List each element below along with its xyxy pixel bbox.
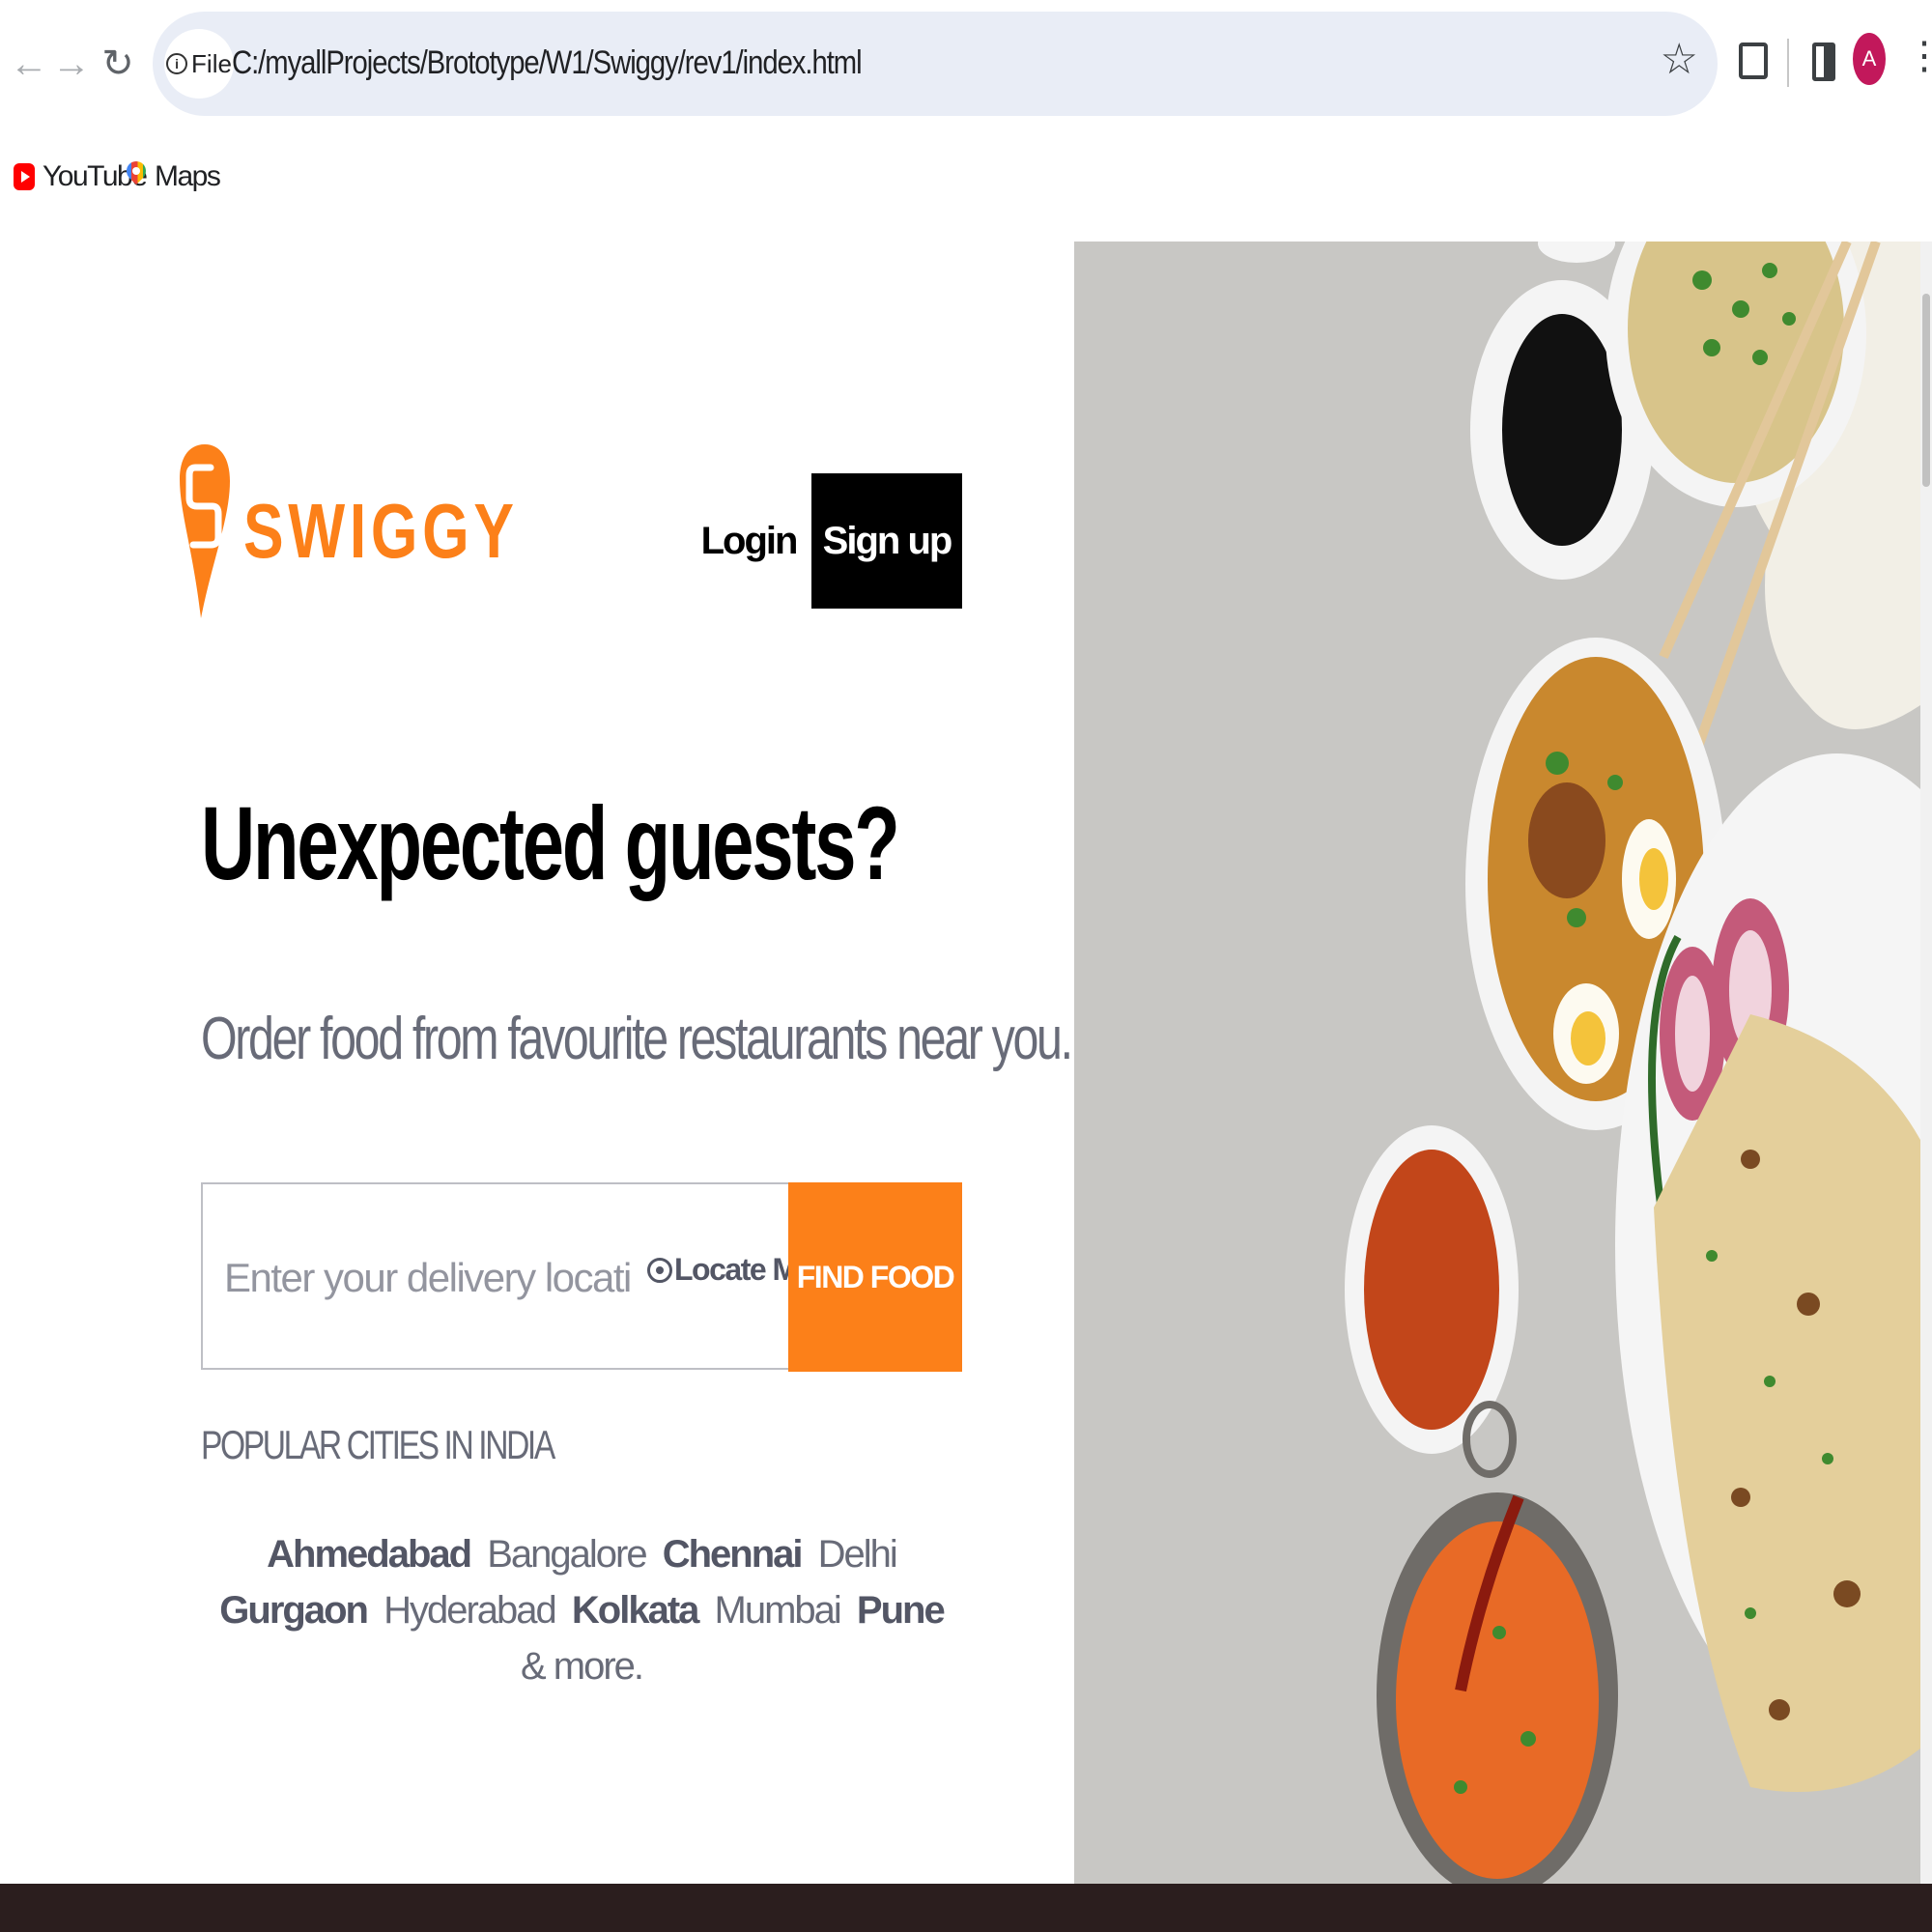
info-icon: i: [166, 53, 188, 74]
more-cities-link[interactable]: & more.: [521, 1645, 644, 1688]
profile-avatar[interactable]: A: [1853, 33, 1886, 85]
swiggy-logo-icon: [180, 444, 230, 618]
city-link[interactable]: Pune: [857, 1589, 946, 1632]
delivery-location-input[interactable]: [222, 1242, 632, 1314]
food-hero-image: [1074, 242, 1920, 1884]
bookmarks-bar: YouTube Maps: [0, 145, 1932, 213]
hero-left-panel: SWIGGY Login Sign up Unexpected guests? …: [0, 242, 1074, 1884]
toolbar-divider: [1787, 39, 1789, 87]
city-link[interactable]: Ahmedabad: [267, 1533, 472, 1576]
bookmark-star-icon[interactable]: ☆: [1661, 39, 1698, 81]
crosshair-icon: [647, 1257, 672, 1283]
page-content: SWIGGY Login Sign up Unexpected guests? …: [0, 242, 1932, 1884]
city-link[interactable]: Delhi: [818, 1533, 898, 1576]
browser-menu-icon[interactable]: ⋮: [1905, 37, 1932, 75]
youtube-icon: [14, 163, 35, 190]
bookmark-maps[interactable]: Maps: [126, 160, 221, 193]
side-panel-icon[interactable]: [1812, 43, 1835, 81]
browser-toolbar: ← → ↻ i File C:/myallProjects/Brototype/…: [0, 0, 1932, 130]
city-link[interactable]: Gurgaon: [219, 1589, 369, 1632]
find-food-button[interactable]: FIND FOOD: [788, 1182, 962, 1372]
hero-headline: Unexpected guests?: [201, 784, 900, 901]
city-link[interactable]: Hyderabad: [384, 1589, 557, 1632]
forward-arrow-icon[interactable]: →: [46, 39, 97, 89]
footer-strip: [0, 1884, 1932, 1932]
location-search-box: Locate Me FIND FOOD: [201, 1182, 962, 1372]
city-link[interactable]: Mumbai: [715, 1589, 842, 1632]
page-scrollbar[interactable]: [1920, 242, 1932, 1884]
hero-subheadline: Order food from favourite restaurants ne…: [201, 1006, 1073, 1072]
login-button[interactable]: Login: [701, 512, 799, 570]
url-text[interactable]: C:/myallProjects/Brototype/W1/Swiggy/rev…: [232, 44, 863, 82]
swiggy-logo[interactable]: SWIGGY: [180, 444, 596, 618]
maps-icon: [126, 161, 147, 192]
city-link[interactable]: Chennai: [663, 1533, 804, 1576]
extensions-icon[interactable]: [1739, 43, 1768, 79]
popular-cities-list: Ahmedabad Bangalore Chennai Delhi Gurgao…: [201, 1526, 962, 1694]
site-info-button[interactable]: i File: [164, 29, 234, 99]
scrollbar-thumb[interactable]: [1922, 294, 1930, 487]
city-link[interactable]: Bangalore: [487, 1533, 647, 1576]
city-link[interactable]: Kolkata: [572, 1589, 699, 1632]
reload-icon[interactable]: ↻: [93, 39, 143, 89]
brand-name: SWIGGY: [243, 488, 519, 574]
address-bar[interactable]: i File C:/myallProjects/Brototype/W1/Swi…: [153, 12, 1718, 116]
popular-cities-title: POPULAR CITIES IN INDIA: [201, 1422, 555, 1467]
signup-button[interactable]: Sign up: [811, 473, 962, 609]
site-info-label: File: [191, 48, 232, 78]
bookmark-label: Maps: [155, 160, 221, 192]
